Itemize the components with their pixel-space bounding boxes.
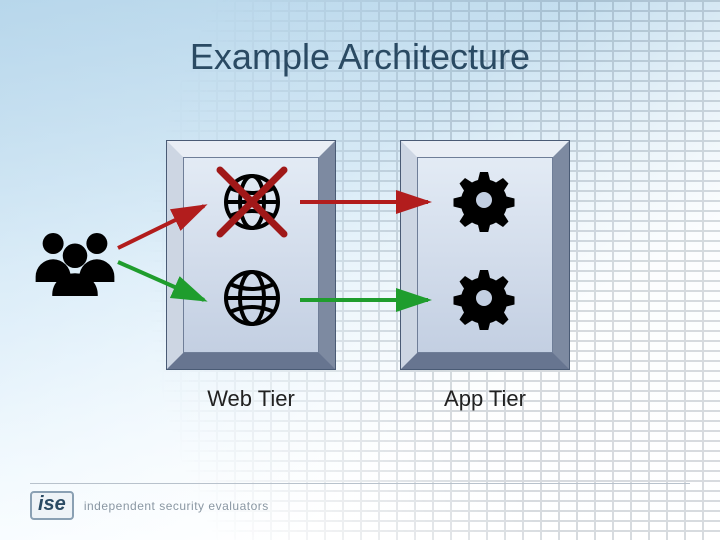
slide-title: Example Architecture — [0, 36, 720, 78]
architecture-diagram: Web Tier App Tier — [0, 130, 720, 430]
footer-tagline: independent security evaluators — [84, 499, 269, 513]
logo: ise — [30, 491, 74, 520]
gear-icon — [452, 266, 516, 330]
users-icon — [30, 226, 120, 296]
arrow-icon — [300, 290, 440, 310]
footer: ise independent security evaluators — [30, 491, 269, 520]
web-tier-label: Web Tier — [166, 386, 336, 412]
arrow-icon — [118, 200, 218, 260]
x-mark-icon — [214, 164, 290, 240]
gear-icon — [452, 168, 516, 232]
slide: Example Architecture Web Tier App Tier — [0, 0, 720, 540]
app-tier-label: App Tier — [400, 386, 570, 412]
footer-divider — [30, 483, 690, 484]
arrow-icon — [118, 256, 218, 316]
globe-icon — [222, 268, 282, 328]
arrow-icon — [300, 192, 440, 212]
